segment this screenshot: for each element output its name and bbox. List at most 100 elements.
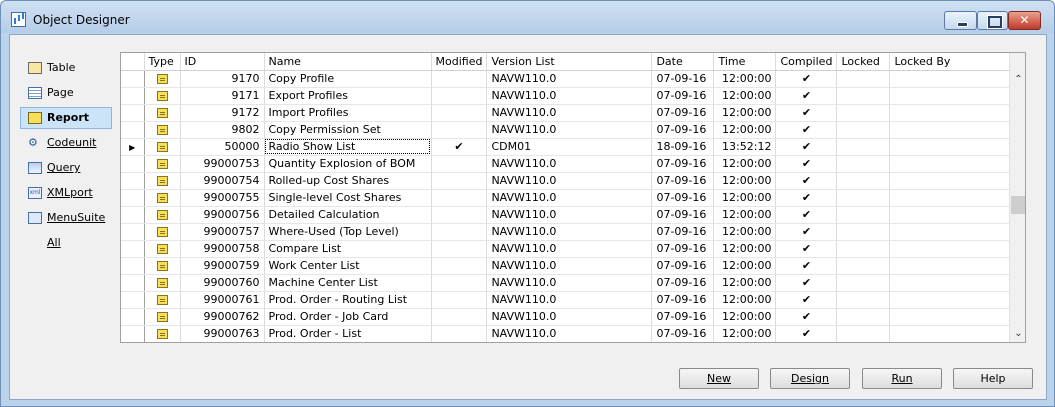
locked-cell[interactable] — [836, 172, 891, 190]
compiled-cell[interactable]: ✔ — [775, 172, 838, 190]
row-selector[interactable] — [121, 274, 145, 292]
time-cell[interactable]: 12:00:00 — [713, 87, 777, 105]
row-selector[interactable] — [121, 240, 145, 258]
id-cell[interactable]: 99000763 — [180, 325, 265, 342]
id-cell[interactable]: 99000762 — [180, 308, 265, 326]
type-cell[interactable] — [144, 189, 181, 207]
version-cell[interactable]: NAVW110.0 — [486, 308, 653, 326]
id-cell[interactable]: 9172 — [180, 104, 265, 122]
locked-by-cell[interactable] — [889, 274, 1018, 292]
id-cell[interactable]: 50000 — [180, 138, 265, 156]
maximize-button[interactable] — [977, 11, 1008, 30]
locked-cell[interactable] — [836, 155, 891, 173]
compiled-cell[interactable]: ✔ — [775, 138, 838, 156]
locked-cell[interactable] — [836, 189, 891, 207]
type-cell[interactable] — [144, 240, 181, 258]
id-cell[interactable]: 99000756 — [180, 206, 265, 224]
locked-cell[interactable] — [836, 223, 891, 241]
column-header[interactable]: Type — [144, 53, 181, 71]
locked-by-cell[interactable] — [889, 189, 1018, 207]
compiled-cell[interactable]: ✔ — [775, 240, 838, 258]
type-cell[interactable] — [144, 172, 181, 190]
compiled-cell[interactable]: ✔ — [775, 87, 838, 105]
sidebar-item-query[interactable]: Query — [20, 157, 112, 179]
help-button[interactable]: Help — [953, 368, 1033, 389]
row-selector[interactable] — [121, 223, 145, 241]
locked-by-cell[interactable] — [889, 138, 1018, 156]
column-header[interactable]: ID — [180, 53, 265, 71]
time-cell[interactable]: 12:00:00 — [713, 155, 777, 173]
type-cell[interactable] — [144, 121, 181, 139]
table-row[interactable]: 99000758 Compare List NAVW110.0 07-09-16 12:… — [121, 240, 1018, 258]
column-header[interactable]: Time — [713, 53, 777, 71]
name-cell[interactable]: Prod. Order - Job Card — [264, 308, 432, 326]
name-cell[interactable]: Export Profiles — [264, 87, 432, 105]
locked-cell[interactable] — [836, 308, 891, 326]
version-cell[interactable]: NAVW110.0 — [486, 291, 653, 309]
locked-by-cell[interactable] — [889, 87, 1018, 105]
type-cell[interactable] — [144, 206, 181, 224]
compiled-cell[interactable]: ✔ — [775, 274, 838, 292]
type-cell[interactable] — [144, 70, 181, 88]
version-cell[interactable]: CDM01 — [486, 138, 653, 156]
version-cell[interactable]: NAVW110.0 — [486, 155, 653, 173]
name-cell[interactable]: Compare List — [264, 240, 432, 258]
date-cell[interactable]: 07-09-16 — [651, 274, 715, 292]
locked-by-cell[interactable] — [889, 155, 1018, 173]
run-button[interactable]: Run — [862, 368, 942, 389]
row-selector[interactable] — [121, 172, 145, 190]
locked-by-cell[interactable] — [889, 206, 1018, 224]
row-selector[interactable] — [121, 155, 145, 173]
time-cell[interactable]: 12:00:00 — [713, 70, 777, 88]
table-row[interactable]: 99000761 Prod. Order - Routing List NAVW11… — [121, 291, 1018, 309]
row-selector[interactable] — [121, 308, 145, 326]
compiled-cell[interactable]: ✔ — [775, 206, 838, 224]
sidebar-item-table[interactable]: Table — [20, 57, 112, 79]
name-cell[interactable]: Single-level Cost Shares — [264, 189, 432, 207]
locked-cell[interactable] — [836, 87, 891, 105]
modified-cell[interactable] — [431, 70, 488, 88]
locked-cell[interactable] — [836, 121, 891, 139]
modified-cell[interactable] — [431, 104, 488, 122]
locked-cell[interactable] — [836, 325, 891, 342]
new-button[interactable]: New — [679, 368, 759, 389]
close-button[interactable] — [1008, 11, 1041, 30]
compiled-cell[interactable]: ✔ — [775, 70, 838, 88]
sidebar-item-xmlport[interactable]: xml XMLport — [20, 182, 112, 204]
name-cell[interactable]: Copy Profile — [264, 70, 432, 88]
modified-cell[interactable] — [431, 291, 488, 309]
time-cell[interactable]: 12:00:00 — [713, 206, 777, 224]
table-row[interactable]: 99000757 Where-Used (Top Level) NAVW110.0 0… — [121, 223, 1018, 241]
compiled-cell[interactable]: ✔ — [775, 121, 838, 139]
version-cell[interactable]: NAVW110.0 — [486, 257, 653, 275]
time-cell[interactable]: 12:00:00 — [713, 104, 777, 122]
table-row[interactable]: 99000760 Machine Center List NAVW110.0 07-0… — [121, 274, 1018, 292]
id-cell[interactable]: 99000754 — [180, 172, 265, 190]
date-cell[interactable]: 07-09-16 — [651, 70, 715, 88]
time-cell[interactable]: 12:00:00 — [713, 189, 777, 207]
locked-cell[interactable] — [836, 274, 891, 292]
time-cell[interactable]: 12:00:00 — [713, 308, 777, 326]
type-cell[interactable] — [144, 223, 181, 241]
scroll-down-icon[interactable]: ⌄ — [1010, 325, 1025, 342]
name-cell[interactable]: Detailed Calculation — [264, 206, 432, 224]
type-cell[interactable] — [144, 308, 181, 326]
version-cell[interactable]: NAVW110.0 — [486, 172, 653, 190]
locked-by-cell[interactable] — [889, 240, 1018, 258]
row-selector[interactable] — [121, 104, 145, 122]
locked-by-cell[interactable] — [889, 104, 1018, 122]
locked-cell[interactable] — [836, 104, 891, 122]
compiled-cell[interactable]: ✔ — [775, 189, 838, 207]
compiled-cell[interactable]: ✔ — [775, 257, 838, 275]
design-button[interactable]: Design — [770, 368, 850, 389]
date-cell[interactable]: 07-09-16 — [651, 308, 715, 326]
table-row[interactable]: 99000755 Single-level Cost Shares NAVW110.… — [121, 189, 1018, 207]
type-cell[interactable] — [144, 87, 181, 105]
time-cell[interactable]: 12:00:00 — [713, 223, 777, 241]
row-selector[interactable]: ▶ — [121, 138, 145, 156]
date-cell[interactable]: 18-09-16 — [651, 138, 715, 156]
table-row[interactable]: 99000759 Work Center List NAVW110.0 07-09-1… — [121, 257, 1018, 275]
objects-grid[interactable]: Type ID Name Modified Version List Date … — [120, 52, 1026, 343]
modified-cell[interactable] — [431, 223, 488, 241]
table-row[interactable]: 99000753 Quantity Explosion of BOM NAVW110… — [121, 155, 1018, 173]
